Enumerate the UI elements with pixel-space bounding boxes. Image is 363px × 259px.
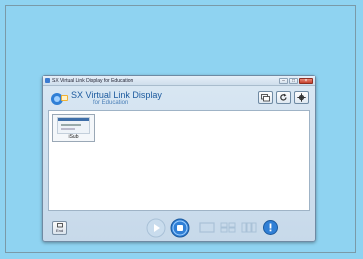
- chat-icon: [263, 220, 278, 235]
- title-bar: SX Virtual Link Display for Education – …: [43, 76, 315, 86]
- close-button[interactable]: ×: [299, 77, 313, 84]
- control-bar: End: [43, 212, 315, 242]
- fullscreen-icon: [199, 222, 215, 233]
- app-icon: [45, 78, 50, 83]
- device-thumbnail[interactable]: iSub: [52, 114, 95, 142]
- gear-icon: [297, 93, 306, 102]
- device-list: iSub: [48, 110, 310, 211]
- split-view-button[interactable]: [241, 222, 257, 233]
- minimize-button[interactable]: –: [279, 77, 288, 84]
- toolbar: [258, 91, 309, 104]
- end-label: End: [55, 228, 64, 233]
- app-header: SX Virtual Link Display for Education: [43, 86, 315, 110]
- split-icon: [241, 222, 257, 233]
- brand-name: SX Virtual Link Display: [71, 90, 162, 100]
- play-icon: [146, 218, 166, 238]
- maximize-button[interactable]: □: [289, 77, 298, 84]
- stop-button[interactable]: [170, 218, 190, 238]
- window-title: SX Virtual Link Display for Education: [52, 77, 134, 84]
- end-button[interactable]: End: [52, 221, 67, 235]
- settings-button[interactable]: [294, 91, 309, 104]
- display-settings-button[interactable]: [258, 91, 273, 104]
- grid-icon: [220, 222, 236, 233]
- brand-subtitle: for Education: [93, 100, 129, 106]
- fullscreen-button[interactable]: [199, 222, 215, 233]
- display-icon: [261, 93, 270, 101]
- thumbnail-screen: [57, 117, 90, 134]
- play-button[interactable]: [146, 218, 166, 238]
- grid-view-button[interactable]: [220, 222, 236, 233]
- device-label: iSub: [68, 134, 79, 140]
- app-window: SX Virtual Link Display for Education – …: [42, 75, 316, 242]
- app-logo-icon: [51, 93, 68, 105]
- brand: SX Virtual Link Display for Education: [71, 90, 162, 107]
- window-controls: – □ ×: [279, 77, 313, 84]
- stop-icon: [170, 218, 190, 238]
- message-button[interactable]: [263, 220, 278, 235]
- refresh-button[interactable]: [276, 91, 291, 104]
- refresh-icon: [280, 93, 287, 101]
